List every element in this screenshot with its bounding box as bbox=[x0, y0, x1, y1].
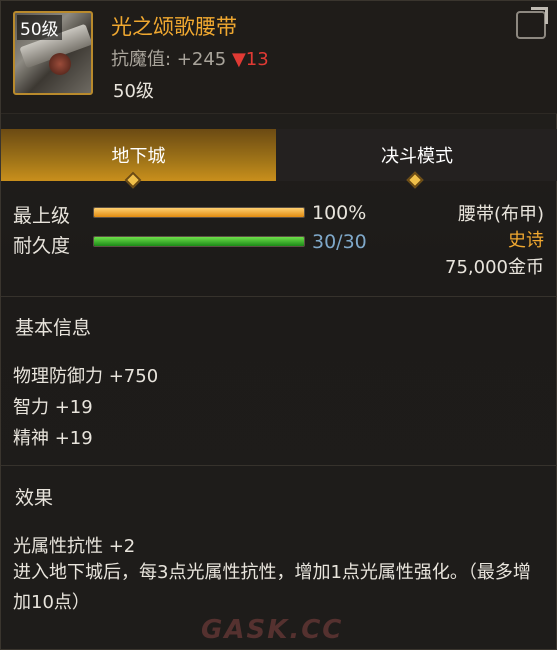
item-rarity: 史诗 bbox=[508, 230, 544, 251]
magic-resist-label: 抗魔值: +245 bbox=[111, 49, 227, 70]
basic-line-spirit: 精神 +19 bbox=[13, 428, 93, 449]
item-header: 50级 光之颂歌腰带 抗魔值: +245 ▼13 50级 bbox=[1, 1, 557, 114]
item-level: 50级 bbox=[113, 81, 154, 102]
grade-bar bbox=[93, 207, 305, 218]
effect-line-light-resist: 光属性抗性 +2 bbox=[13, 536, 136, 557]
watermark: GASK.CC bbox=[201, 615, 344, 645]
item-price: 75,000金币 bbox=[445, 257, 544, 278]
basic-line-defense: 物理防御力 +750 bbox=[13, 366, 159, 387]
share-icon[interactable] bbox=[516, 7, 548, 39]
durability-value: 30/30 bbox=[312, 231, 367, 253]
effect-description: 进入地下城后，每3点光属性抗性，增加1点光属性强化。（最多增加10点） bbox=[13, 562, 531, 613]
section-divider bbox=[1, 465, 557, 466]
durability-bar-fill bbox=[94, 237, 304, 246]
effect-title: 效果 bbox=[15, 487, 54, 509]
durability-label: 耐久度 bbox=[13, 235, 71, 257]
basic-line-intelligence: 智力 +19 bbox=[13, 397, 93, 418]
grade-bar-fill bbox=[94, 208, 304, 217]
item-name: 光之颂歌腰带 bbox=[111, 15, 237, 39]
magic-resist-stat: 抗魔值: +245 ▼13 bbox=[111, 45, 269, 71]
item-tooltip-panel: 50级 光之颂歌腰带 抗魔值: +245 ▼13 50级 地下城 决斗模式 最上… bbox=[0, 0, 557, 650]
magic-resist-delta: ▼13 bbox=[231, 49, 269, 70]
section-divider bbox=[1, 296, 557, 297]
item-type: 腰带(布甲) bbox=[457, 204, 544, 225]
grade-value: 100% bbox=[312, 202, 367, 224]
mode-tabs: 地下城 决斗模式 bbox=[1, 129, 557, 181]
durability-bar bbox=[93, 236, 305, 247]
belt-item-icon[interactable]: 50级 bbox=[13, 11, 93, 95]
tab-dungeon[interactable]: 地下城 bbox=[1, 129, 276, 181]
level-badge: 50级 bbox=[17, 15, 62, 40]
grade-label: 最上级 bbox=[13, 205, 71, 227]
basic-info-title: 基本信息 bbox=[15, 317, 92, 339]
belt-buckle-shape bbox=[49, 53, 71, 75]
